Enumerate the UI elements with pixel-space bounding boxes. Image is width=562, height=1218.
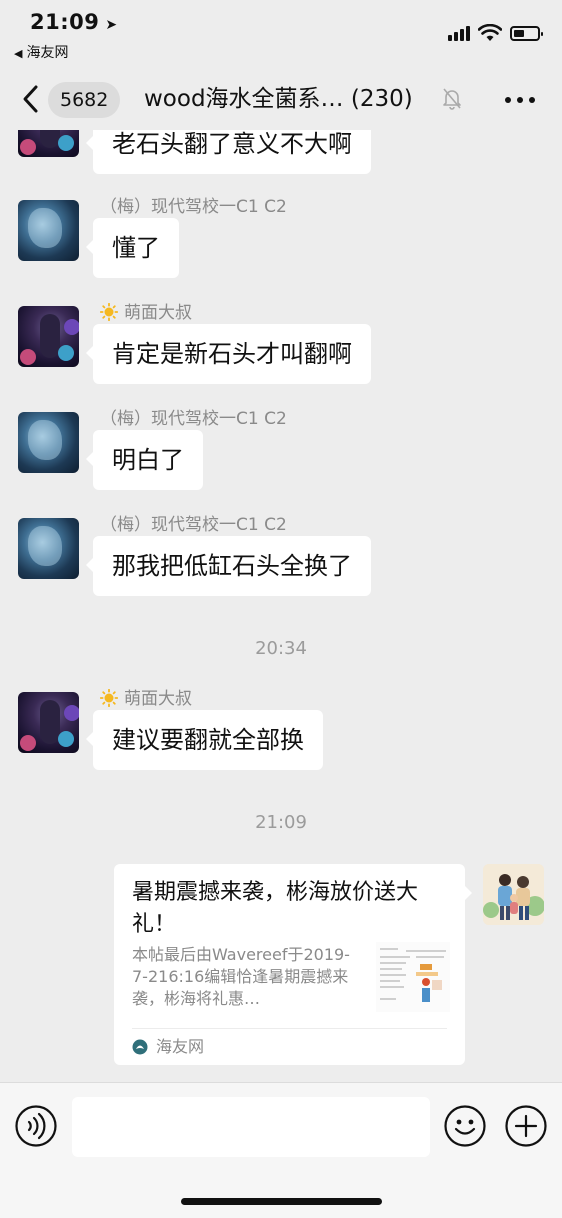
location-arrow-icon: ➤ bbox=[105, 17, 118, 33]
avatar[interactable] bbox=[18, 412, 79, 473]
sender-name: 萌面大叔 bbox=[100, 684, 192, 709]
avatar[interactable] bbox=[18, 306, 79, 367]
chat-message-list[interactable]: 老石头翻了意义不大啊 （梅）现代驾校一C1 C2 懂了 萌面大叔 肯定是新石头才… bbox=[0, 130, 562, 1082]
message-bubble[interactable]: 明白了 bbox=[86, 430, 203, 490]
sender-name: （梅）现代驾校一C1 C2 bbox=[100, 515, 287, 535]
chat-title[interactable]: wood海水全菌系… (230) bbox=[144, 84, 413, 114]
sender-name-text: 萌面大叔 bbox=[124, 689, 192, 709]
sender-name: （梅）现代驾校一C1 C2 bbox=[100, 409, 287, 429]
battery-icon bbox=[510, 25, 543, 41]
source-logo-icon bbox=[132, 1039, 148, 1055]
status-time-text: 21:09 bbox=[30, 10, 100, 34]
sun-icon bbox=[100, 303, 118, 321]
message-bubble[interactable]: 肯定是新石头才叫翻啊 bbox=[86, 324, 371, 384]
avatar[interactable] bbox=[18, 130, 79, 157]
sender-name: （梅）现代驾校一C1 C2 bbox=[100, 197, 287, 217]
chat-timestamp: 20:34 bbox=[255, 638, 307, 659]
wifi-icon bbox=[478, 24, 502, 41]
emoji-icon[interactable] bbox=[444, 1105, 486, 1147]
link-card-divider bbox=[132, 1028, 447, 1029]
sender-name-text: 萌面大叔 bbox=[124, 303, 192, 323]
status-bar: 21:09 ➤ ◀ 海友网 bbox=[0, 0, 562, 70]
back-to-app-link[interactable]: ◀ 海友网 bbox=[14, 42, 68, 62]
link-card-description: 本帖最后由Wavereef于2019-7-216:16编辑恰逢暑期震撼来袭，彬海… bbox=[132, 945, 350, 1008]
chat-timestamp: 21:09 bbox=[255, 812, 307, 833]
status-indicators bbox=[448, 22, 543, 44]
avatar[interactable] bbox=[18, 518, 79, 579]
voice-input-icon[interactable] bbox=[15, 1105, 57, 1147]
message-input[interactable] bbox=[72, 1097, 430, 1157]
unread-count-badge[interactable]: 5682 bbox=[48, 82, 121, 118]
back-app-label: 海友网 bbox=[26, 45, 69, 61]
link-card-source-label: 海友网 bbox=[156, 1037, 205, 1056]
home-indicator[interactable] bbox=[181, 1198, 382, 1205]
message-bubble[interactable]: 老石头翻了意义不大啊 bbox=[86, 130, 371, 174]
cellular-signal-icon bbox=[448, 25, 470, 41]
back-chevron-icon[interactable] bbox=[18, 82, 46, 116]
battery-level-fill bbox=[514, 29, 524, 37]
link-card[interactable]: 暑期震撼来袭，彬海放价送大礼！ 本帖最后由Wavereef于2019-7-216… bbox=[114, 864, 472, 1065]
link-card-thumbnail bbox=[376, 942, 450, 1012]
sun-icon bbox=[100, 689, 118, 707]
sender-name: 萌面大叔 bbox=[100, 298, 192, 323]
avatar[interactable] bbox=[18, 692, 79, 753]
link-card-title: 暑期震撼来袭，彬海放价送大礼！ bbox=[132, 880, 419, 937]
more-options-icon[interactable] bbox=[504, 96, 536, 104]
my-avatar[interactable] bbox=[483, 864, 544, 925]
more-functions-plus-icon[interactable] bbox=[505, 1105, 547, 1147]
message-bubble[interactable]: 建议要翻就全部换 bbox=[86, 710, 323, 770]
status-time: 21:09 ➤ bbox=[30, 10, 118, 34]
back-triangle-icon: ◀ bbox=[14, 47, 23, 60]
mute-bell-icon bbox=[443, 88, 461, 110]
message-bubble[interactable]: 懂了 bbox=[86, 218, 179, 278]
message-bubble[interactable]: 那我把低缸石头全换了 bbox=[86, 536, 371, 596]
chat-header: 5682 wood海水全菌系… (230) bbox=[0, 70, 562, 130]
avatar[interactable] bbox=[18, 200, 79, 261]
link-card-source: 海友网 bbox=[132, 1036, 204, 1058]
